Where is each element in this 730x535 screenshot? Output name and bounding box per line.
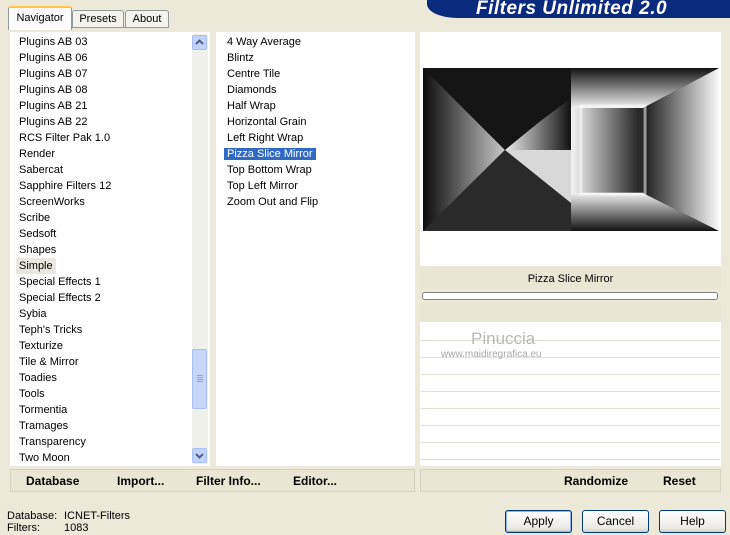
filter-item-label: 4 Way Average [227,36,301,48]
category-item[interactable]: Plugins AB 06 [16,50,189,66]
status-filters-value: 1083 [64,522,89,534]
category-item[interactable]: Teph's Tricks [16,322,189,338]
watermark-name: Pinuccia [471,329,536,348]
status-database-value: ICNET-Filters [64,510,130,522]
filter-item[interactable]: Left Right Wrap [224,130,409,146]
filter-item[interactable]: Top Left Mirror [224,178,409,194]
filter-item[interactable]: Blintz [224,50,409,66]
category-scrollbar[interactable] [192,34,208,464]
filter-item-label: Top Bottom Wrap [227,164,312,176]
filter-item-label: Half Wrap [227,100,276,112]
filter-item[interactable]: Zoom Out and Flip [224,194,409,210]
category-item[interactable]: Special Effects 1 [16,274,189,290]
import-button[interactable]: Import... [117,474,164,488]
tab-about[interactable]: About [125,10,169,28]
filter-item-label: Left Right Wrap [227,132,304,144]
filter-info-button[interactable]: Filter Info... [196,474,261,488]
category-item[interactable]: ScreenWorks [16,194,189,210]
category-item[interactable]: Two Moon [16,450,189,466]
param-row [421,408,720,409]
filter-item-label: Zoom Out and Flip [227,196,319,208]
category-item[interactable]: Plugins AB 08 [16,82,189,98]
filter-item[interactable]: Centre Tile [224,66,409,82]
database-button[interactable]: Database [26,474,79,488]
status-filters-label: Filters: [7,522,40,534]
category-item[interactable]: Tormentia [16,402,189,418]
param-row [421,374,720,375]
param-row [421,340,720,341]
category-item[interactable]: Plugins AB 03 [16,34,189,50]
filter-item-label: Pizza Slice Mirror [224,148,316,160]
filter-item[interactable]: 4 Way Average [224,34,409,50]
filter-item-label: Top Left Mirror [227,180,298,192]
filter-name-label: Pizza Slice Mirror [527,273,614,285]
scroll-up-button[interactable] [192,35,207,50]
status-database-label: Database: [7,510,58,522]
randomize-button[interactable]: Randomize [564,474,628,488]
filter-item[interactable]: Half Wrap [224,98,409,114]
chevron-up-icon [195,39,204,45]
category-item[interactable]: Sapphire Filters 12 [16,178,189,194]
separator-band [420,302,721,322]
category-item[interactable]: Simple [16,258,56,274]
reset-button[interactable]: Reset [663,474,696,488]
app-title: Filters Unlimited 2.0 [476,0,668,19]
filter-item-label: Centre Tile [227,68,281,80]
cancel-button[interactable]: Cancel [582,510,649,533]
category-item[interactable]: Texturize [16,338,189,354]
category-item[interactable]: Special Effects 2 [16,290,189,306]
parameter-panel [420,322,721,466]
filter-item-label: Horizontal Grain [227,116,307,128]
filter-item[interactable]: Top Bottom Wrap [224,162,409,178]
category-item[interactable]: Transparency [16,434,189,450]
category-item[interactable]: Sedsoft [16,226,189,242]
category-list[interactable]: Plugins AB 03 Plugins AB 06 Plugins AB 07 P… [16,34,189,466]
filter-item[interactable]: Diamonds [224,82,409,98]
category-item[interactable]: Plugins AB 07 [16,66,189,82]
category-item[interactable]: Tramages [16,418,189,434]
category-item[interactable]: Plugins AB 22 [16,114,189,130]
apply-button[interactable]: Apply [505,510,572,533]
scroll-thumb[interactable] [192,349,207,409]
filter-list[interactable]: 4 Way Average Blintz Centre Tile Diamonds Ha… [224,34,409,210]
scroll-down-button[interactable] [192,448,207,463]
category-item[interactable]: Sabercat [16,162,189,178]
watermark-url: www.maidiregrafica.eu [441,349,542,360]
help-button[interactable]: Help [659,510,726,533]
filter-item[interactable]: Pizza Slice Mirror [224,146,409,162]
editor-button[interactable]: Editor... [293,474,337,488]
filter-item[interactable]: Horizontal Grain [224,114,409,130]
category-item[interactable]: Toadies [16,370,189,386]
category-item[interactable]: RCS Filter Pak 1.0 [16,130,189,146]
param-row [421,425,720,426]
chevron-down-icon [195,453,204,459]
category-item[interactable]: Tools [16,386,189,402]
category-item[interactable]: Shapes [16,242,189,258]
tab-navigator[interactable]: Navigator [8,6,72,30]
progress-bar [422,292,718,300]
filter-item-label: Diamonds [227,84,277,96]
category-item[interactable]: Sybia [16,306,189,322]
param-row [421,391,720,392]
filter-item-label: Blintz [227,52,254,64]
category-item[interactable]: Scribe [16,210,189,226]
tab-presets[interactable]: Presets [72,10,124,28]
preview-image [423,68,719,231]
param-row [421,442,720,443]
param-row [421,459,720,460]
category-item[interactable]: Render [16,146,189,162]
category-item[interactable]: Plugins AB 21 [16,98,189,114]
category-item[interactable]: Tile & Mirror [16,354,189,370]
